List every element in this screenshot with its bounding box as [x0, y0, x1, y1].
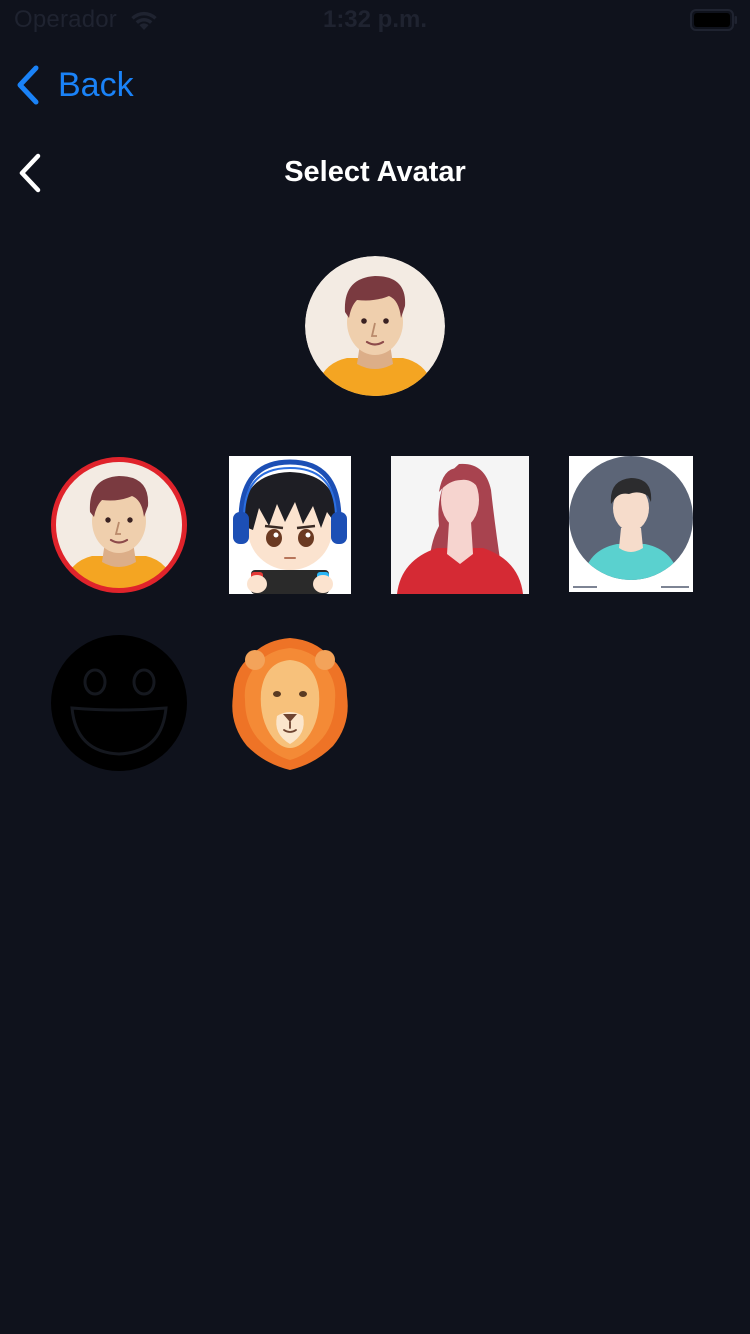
avatar-option-anime-gamer[interactable]	[229, 456, 351, 594]
avatar-option-person-silhouette[interactable]	[569, 456, 693, 592]
header: Select Avatar	[0, 148, 750, 200]
chevron-left-icon	[17, 65, 39, 105]
back-label: Back	[58, 65, 134, 104]
avatar-option-woman-silhouette[interactable]	[391, 456, 529, 594]
status-bar: Operador 1:32 p.m.	[0, 0, 750, 40]
status-time: 1:32 p.m.	[322, 6, 428, 33]
back-button[interactable]: Back	[14, 60, 134, 110]
avatar-option-smiley[interactable]	[50, 634, 188, 772]
avatar-option-lion[interactable]	[229, 634, 351, 772]
page-title: Select Avatar	[284, 156, 466, 188]
avatar-option-man[interactable]	[50, 456, 188, 594]
selected-avatar-preview	[305, 256, 445, 396]
battery-icon	[690, 9, 737, 31]
